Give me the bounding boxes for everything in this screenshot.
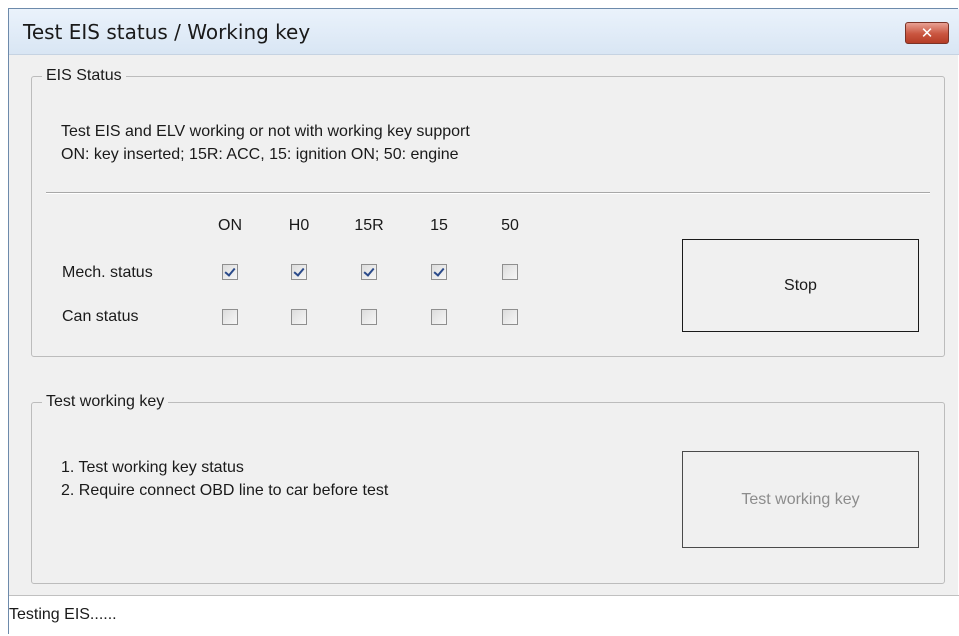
can-status-label: Can status bbox=[62, 308, 139, 325]
close-button[interactable]: ✕ bbox=[905, 22, 949, 44]
status-bar: Testing EIS...... bbox=[9, 595, 959, 636]
status-text: Testing EIS...... bbox=[9, 606, 117, 623]
close-icon: ✕ bbox=[920, 24, 934, 42]
column-header-h0: H0 bbox=[288, 217, 310, 234]
mech-status-15r-checkbox[interactable] bbox=[361, 264, 377, 280]
window-title: Test EIS status / Working key bbox=[23, 20, 311, 44]
column-header-50: 50 bbox=[501, 217, 519, 234]
can-status-50-checkbox[interactable] bbox=[502, 309, 518, 325]
eis-description-line1: Test EIS and ELV working or not with wor… bbox=[61, 123, 470, 140]
column-header-15: 15 bbox=[430, 217, 448, 234]
working-key-group: Test working key 1. Test working key sta… bbox=[31, 392, 945, 584]
column-header-15r: 15R bbox=[354, 217, 384, 234]
mech-status-50-checkbox[interactable] bbox=[502, 264, 518, 280]
working-key-line2: 2. Require connect OBD line to car befor… bbox=[61, 482, 389, 499]
title-bar[interactable]: Test EIS status / Working key ✕ bbox=[9, 9, 959, 55]
can-status-on-checkbox[interactable] bbox=[222, 309, 238, 325]
can-status-15-checkbox[interactable] bbox=[431, 309, 447, 325]
stop-button[interactable]: Stop bbox=[682, 239, 919, 332]
eis-status-legend: EIS Status bbox=[42, 66, 126, 86]
eis-status-group: EIS Status Test EIS and ELV working or n… bbox=[31, 66, 945, 357]
can-status-h0-checkbox[interactable] bbox=[291, 309, 307, 325]
mech-status-h0-checkbox[interactable] bbox=[291, 264, 307, 280]
test-working-key-button[interactable]: Test working key bbox=[682, 451, 919, 548]
eis-description-line2: ON: key inserted; 15R: ACC, 15: ignition… bbox=[61, 146, 459, 163]
mech-status-on-checkbox[interactable] bbox=[222, 264, 238, 280]
dialog-window: Test EIS status / Working key ✕ EIS Stat… bbox=[8, 8, 959, 636]
working-key-legend: Test working key bbox=[42, 392, 169, 412]
eis-divider bbox=[46, 192, 930, 194]
can-status-15r-checkbox[interactable] bbox=[361, 309, 377, 325]
mech-status-15-checkbox[interactable] bbox=[431, 264, 447, 280]
working-key-line1: 1. Test working key status bbox=[61, 459, 244, 476]
mech-status-label: Mech. status bbox=[62, 264, 153, 281]
column-header-on: ON bbox=[218, 217, 242, 234]
